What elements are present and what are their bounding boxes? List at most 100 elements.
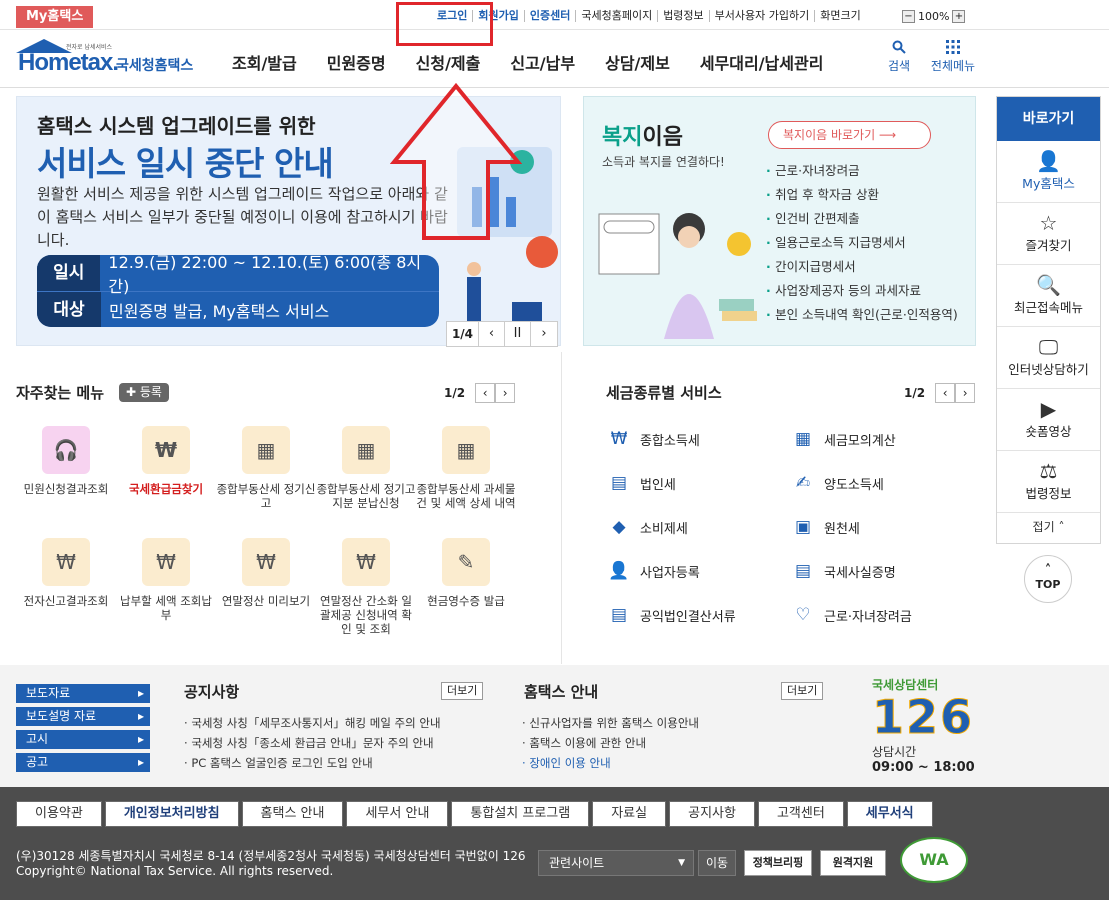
announcement-link[interactable]: 공고: [16, 753, 150, 772]
hometax-logo[interactable]: 전자로 납세서비스 Hometax. 국세청홈택스: [16, 39, 206, 79]
nav-consult-report[interactable]: 상담/제보: [605, 50, 670, 74]
tax-item-simulation[interactable]: ▦ 세금모의계산: [790, 426, 896, 452]
notice-item[interactable]: PC 홈택스 얼굴인증 로그인 도입 안내: [184, 753, 441, 773]
freq-item-e-filing-result[interactable]: ₩ 전자신고결과조회: [15, 538, 117, 608]
freq-item-property-tax-installment[interactable]: ▦ 종합부동산세 정기고지분 분납신청: [315, 426, 417, 510]
welfare-item[interactable]: 사업장제공자 등의 과세자료: [766, 279, 958, 303]
freq-next-button[interactable]: ›: [495, 383, 516, 403]
quick-shortform-video[interactable]: ▶ 숏폼영상: [997, 389, 1100, 451]
guide-title: 홈택스 안내: [524, 683, 599, 701]
quick-online-consult[interactable]: 🖵 인터넷상담하기: [997, 327, 1100, 389]
quick-recent-menu[interactable]: 🔍 최근접속메뉴: [997, 265, 1100, 327]
banner-next-button[interactable]: ›: [531, 322, 557, 346]
nav-civil-certificate[interactable]: 민원증명: [327, 50, 386, 74]
policy-briefing-link[interactable]: 정책브리핑: [744, 850, 812, 876]
freq-item-civil-result[interactable]: 🎧 민원신청결과조회: [15, 426, 117, 496]
quick-my-hometax[interactable]: 👤 My홈택스: [997, 141, 1100, 203]
call-center-126[interactable]: 국세상담센터 126 상담시간 09:00 ~ 18:00: [872, 676, 982, 775]
notice-more-button[interactable]: 더보기: [441, 682, 484, 700]
tax-service-prev-button[interactable]: ‹: [935, 383, 956, 403]
footer-install-program[interactable]: 통합설치 프로그램: [451, 801, 590, 827]
banner-prev-button[interactable]: ‹: [479, 322, 505, 346]
call-center-hours-label: 상담시간: [872, 745, 917, 759]
tax-item-fact-certificate[interactable]: ▤ 국세사실증명: [790, 558, 896, 584]
welfare-item[interactable]: 일용근로소득 지급명세서: [766, 231, 958, 255]
banner-pause-button[interactable]: II: [505, 322, 531, 346]
tax-item-capital-gains[interactable]: ✍ 양도소득세: [790, 470, 884, 496]
cert-center-link[interactable]: 인증센터: [525, 10, 577, 22]
quick-law-info[interactable]: ⚖ 법령정보: [997, 451, 1100, 513]
nts-home-link[interactable]: 국세청홈페이지: [576, 10, 659, 22]
zoom-out-button[interactable]: −: [902, 10, 915, 23]
freq-item-tax-payment[interactable]: ₩ 납부할 세액 조회납부: [115, 538, 217, 622]
footer-terms[interactable]: 이용약관: [16, 801, 102, 827]
notice-item[interactable]: 국세청 사칭「세무조사통지서」해킹 메일 주의 안내: [184, 713, 440, 733]
welfare-item[interactable]: 인건비 간편제출: [766, 207, 958, 231]
remote-support-button[interactable]: 원격지원: [820, 850, 886, 876]
guide-item[interactable]: 장애인 이용 안내: [522, 753, 699, 773]
banner-title: 서비스 일시 중단 안내: [37, 144, 334, 183]
footer-notice[interactable]: 공지사항: [669, 801, 755, 827]
guide-item[interactable]: 홈택스 이용에 관한 안내: [522, 733, 699, 753]
nav-inquiry-issue[interactable]: 조회/발급: [232, 50, 297, 74]
calendar-list-icon: ▦: [442, 426, 490, 474]
notice-item[interactable]: 국세청 사칭「종소세 환급금 안내」문자 주의 안내: [184, 733, 441, 753]
tax-item-withholding[interactable]: ▣ 원천세: [790, 514, 860, 540]
welfare-item[interactable]: 근로·자녀장려금: [766, 159, 958, 183]
all-menu-button[interactable]: 전체메뉴: [926, 40, 980, 74]
press-explanation-link[interactable]: 보도설명 자료: [16, 707, 150, 726]
tax-item-comprehensive-income[interactable]: ₩ 종합소득세: [606, 426, 700, 452]
star-icon: ☆: [1039, 211, 1058, 235]
dept-user-signup-link[interactable]: 부서사용자 가입하기: [710, 10, 816, 22]
footer-tax-forms[interactable]: 세무서식: [846, 801, 933, 827]
freq-prev-button[interactable]: ‹: [475, 383, 496, 403]
footer-library[interactable]: 자료실: [592, 801, 667, 827]
notification-link[interactable]: 고시: [16, 730, 150, 749]
freq-item-yearend-simplified[interactable]: ₩ 연말정산 간소화 일괄제공 신청내역 확인 및 조회: [315, 538, 417, 636]
guide-more-button[interactable]: 더보기: [781, 682, 824, 700]
press-release-link[interactable]: 보도자료: [16, 684, 150, 703]
welfare-go-button[interactable]: 복지이음 바로가기 ⟶: [768, 121, 931, 149]
document-search-icon: ₩: [42, 538, 90, 586]
tax-item-earned-income-credit[interactable]: ♡ 근로·자녀장려금: [790, 602, 911, 628]
law-info-link[interactable]: 법령정보: [658, 10, 710, 22]
welfare-item[interactable]: 본인 소득내역 확인(근로·인적용역): [766, 303, 958, 327]
welfare-item[interactable]: 간이지급명세서: [766, 255, 958, 279]
quick-fold-button[interactable]: 접기 ˄: [997, 513, 1100, 541]
scroll-top-button[interactable]: ˄ TOP: [1024, 555, 1072, 603]
related-site-select[interactable]: 관련사이트: [538, 850, 694, 876]
freq-item-label: 국세환급금찾기: [128, 482, 204, 496]
top-label: TOP: [1035, 578, 1061, 591]
welfare-item[interactable]: 취업 후 학자금 상환: [766, 183, 958, 207]
tax-item-label: 양도소득세: [824, 477, 884, 493]
footer-nav: 이용약관 개인정보처리방침 홈택스 안내 세무서 안내 통합설치 프로그램 자료…: [16, 801, 933, 827]
tax-item-business-registration[interactable]: 👤 사업자등록: [606, 558, 699, 584]
footer-hometax-guide[interactable]: 홈택스 안내: [241, 801, 344, 827]
footer-privacy[interactable]: 개인정보처리방침: [104, 801, 239, 827]
tax-item-public-corp[interactable]: ▤ 공익법인결산서류: [606, 602, 736, 628]
zoom-in-button[interactable]: +: [952, 10, 966, 23]
freq-register-button[interactable]: ✚ 등록: [119, 383, 169, 402]
nav-report-pay[interactable]: 신고/납부: [510, 50, 575, 74]
footer-tax-office-guide[interactable]: 세무서 안내: [346, 801, 449, 827]
won-refund-icon: ₩: [142, 426, 190, 474]
footer-address: (우)30128 세종특별자치시 국세청로 8-14 (정부세종2청사 국세청동…: [16, 849, 526, 879]
tax-service-pager: 1/2 ‹ ›: [904, 383, 976, 403]
tax-item-label: 국세사실증명: [824, 565, 896, 581]
footer-customer-center[interactable]: 고객센터: [757, 801, 844, 827]
freq-item-cash-receipt[interactable]: ✎ 현금영수증 발급: [415, 538, 517, 608]
tax-service-next-button[interactable]: ›: [955, 383, 976, 403]
nav-tax-agent[interactable]: 세무대리/납세관리: [700, 50, 824, 74]
tax-item-corporate[interactable]: ▤ 법인세: [606, 470, 676, 496]
guide-item[interactable]: 신규사업자를 위한 홈택스 이용안내: [522, 713, 699, 733]
freq-item-yearend-preview[interactable]: ₩ 연말정산 미리보기: [215, 538, 317, 608]
my-hometax-tab[interactable]: My홈택스: [16, 6, 94, 28]
freq-item-property-tax-detail[interactable]: ▦ 종합부동산세 과세물건 및 세액 상세 내역: [415, 426, 517, 510]
freq-item-refund[interactable]: ₩ 국세환급금찾기: [115, 426, 217, 496]
related-site-move-button[interactable]: 이동: [698, 850, 736, 876]
quick-favorites[interactable]: ☆ 즐겨찾기: [997, 203, 1100, 265]
nav-apply-submit[interactable]: 신청/제출: [416, 50, 481, 74]
tax-item-consumption[interactable]: ◆ 소비제세: [606, 514, 687, 540]
freq-item-property-tax-report[interactable]: ▦ 종합부동산세 정기신고: [215, 426, 317, 510]
search-button[interactable]: 검색: [884, 40, 914, 74]
